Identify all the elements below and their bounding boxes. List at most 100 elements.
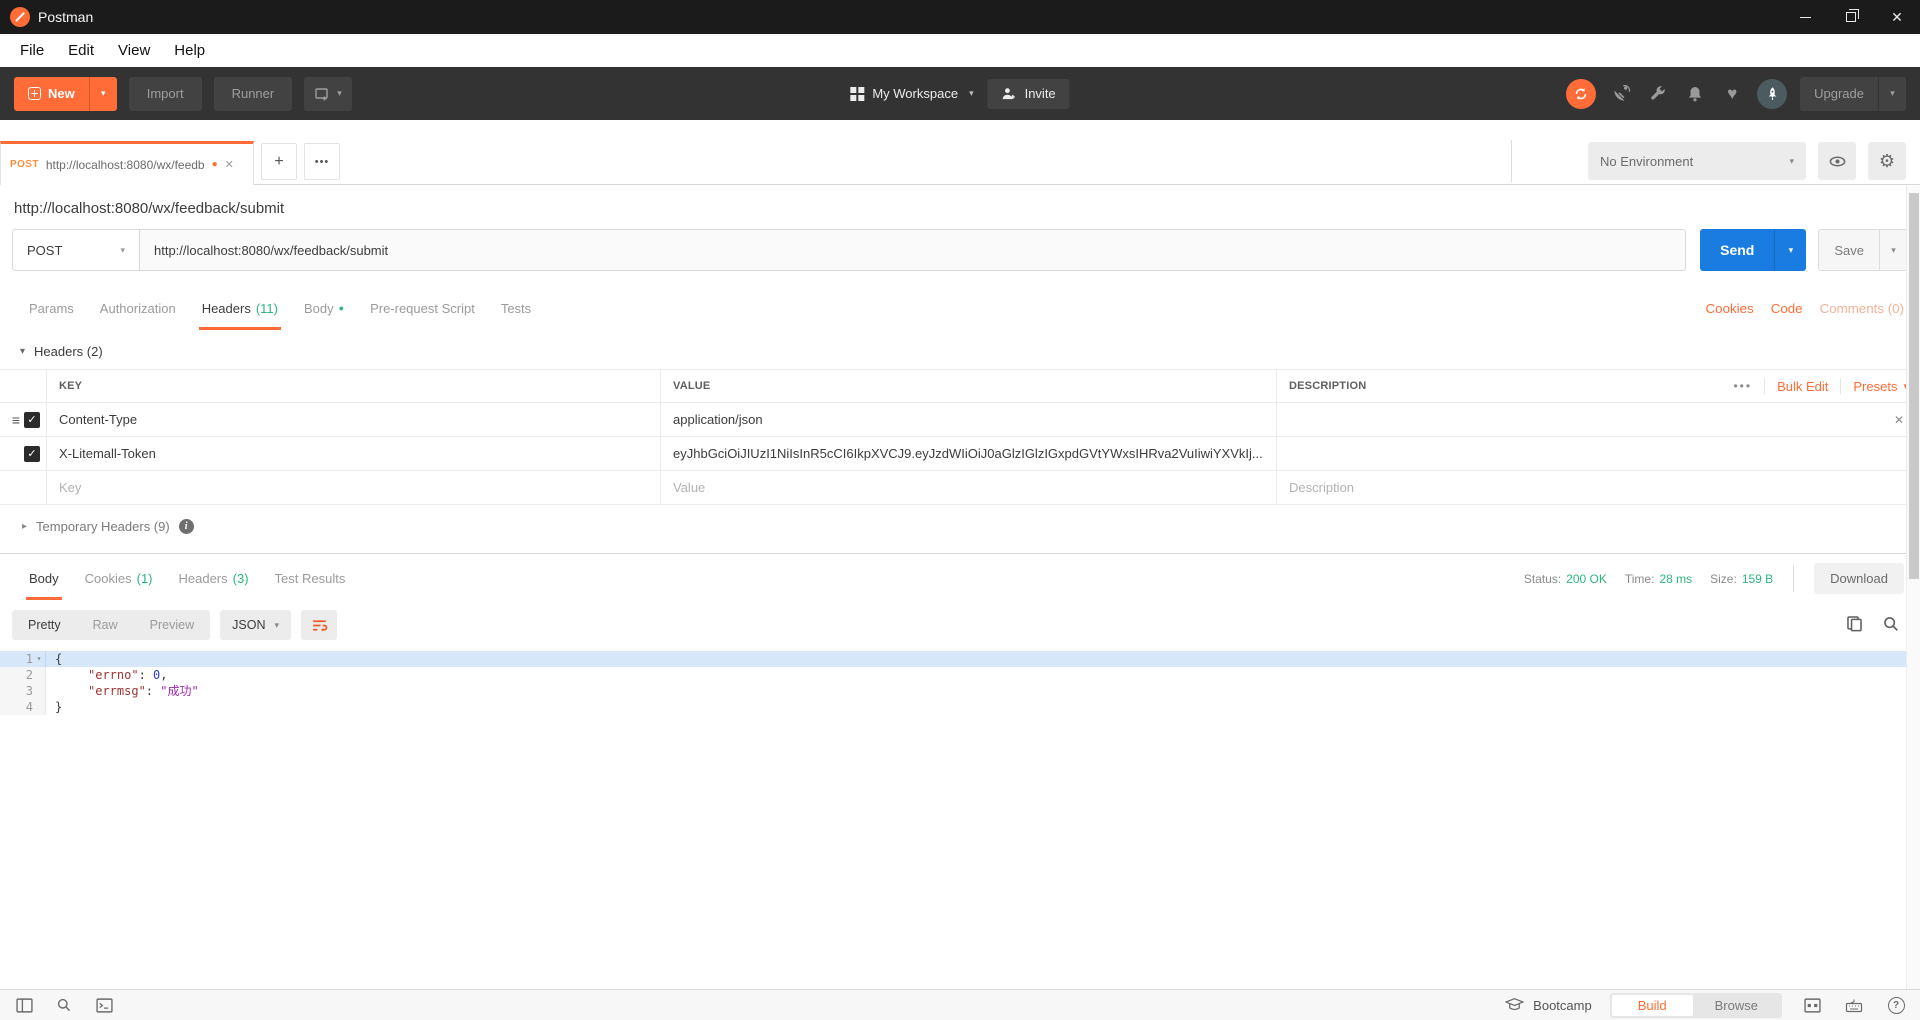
search-response-button[interactable] xyxy=(1882,615,1900,636)
view-raw-button[interactable]: Raw xyxy=(77,610,134,640)
notifications-button[interactable] xyxy=(1683,82,1707,106)
tab-tests[interactable]: Tests xyxy=(488,283,544,333)
header-value-cell[interactable]: eyJhbGciOiJIUzI1NiIsInR5cCI6IkpXVCJ9.eyJ… xyxy=(660,437,1276,470)
new-button-group: New ▾ xyxy=(14,77,117,111)
console-button[interactable] xyxy=(92,994,116,1016)
toggle-sidebar-button[interactable] xyxy=(12,994,36,1016)
tab-options-button[interactable]: ••• xyxy=(304,143,340,180)
wrench-icon xyxy=(1649,85,1667,103)
info-icon[interactable]: i xyxy=(179,519,194,534)
response-tab-cookies[interactable]: Cookies (1) xyxy=(72,554,166,603)
line-number: 1 xyxy=(26,651,33,667)
rocket-icon xyxy=(1765,86,1780,101)
column-description: DESCRIPTION ••• Bulk Edit Presets ▾ xyxy=(1276,370,1920,402)
main-toolbar: New ▾ Import Runner ▾ My Workspace ▾ Inv… xyxy=(0,67,1920,120)
tab-headers-label: Headers xyxy=(202,301,251,316)
headers-section-header[interactable]: ▾ Headers (2) xyxy=(0,333,1920,369)
minimize-button[interactable] xyxy=(1782,0,1828,34)
send-button[interactable]: Send xyxy=(1700,229,1774,271)
comments-link[interactable]: Comments (0) xyxy=(1820,301,1904,316)
control-divider xyxy=(1764,378,1765,394)
bootcamp-button[interactable]: Bootcamp xyxy=(1505,997,1592,1013)
postman-window: Postman ✕ File Edit View Help New ▾ Impo… xyxy=(0,0,1920,1020)
menu-help[interactable]: Help xyxy=(162,34,217,67)
two-pane-view-button[interactable] xyxy=(1800,994,1824,1016)
new-dropdown-button[interactable]: ▾ xyxy=(89,77,117,111)
environment-settings-button[interactable]: ⚙ xyxy=(1868,142,1906,180)
tab-authorization[interactable]: Authorization xyxy=(87,283,189,333)
download-button[interactable]: Download xyxy=(1814,563,1904,594)
view-preview-button[interactable]: Preview xyxy=(134,610,210,640)
import-button[interactable]: Import xyxy=(129,77,202,111)
favorites-button[interactable]: ♥ xyxy=(1720,82,1744,106)
settings-wrench-button[interactable] xyxy=(1646,82,1670,106)
send-dropdown-button[interactable]: ▾ xyxy=(1774,229,1806,271)
request-tab[interactable]: POST http://localhost:8080/wx/feedb ● ✕ xyxy=(0,141,254,185)
build-tab[interactable]: Build xyxy=(1612,995,1693,1016)
header-key-cell[interactable]: X-Litemall-Token xyxy=(46,437,660,470)
restore-button[interactable] xyxy=(1828,0,1874,34)
environment-preview-button[interactable] xyxy=(1818,142,1856,180)
new-tab-button[interactable]: + xyxy=(261,143,297,180)
scrollbar-thumb[interactable] xyxy=(1909,193,1919,579)
cookies-link[interactable]: Cookies xyxy=(1706,301,1754,316)
save-dropdown-button[interactable]: ▾ xyxy=(1879,230,1907,270)
new-value-input[interactable]: Value xyxy=(660,471,1276,504)
new-key-input[interactable]: Key xyxy=(46,471,660,504)
response-body-viewer[interactable]: 1 ▾ { 2 "errno": 0, 3 "errmsg": "成功" 4 xyxy=(0,651,1920,715)
upgrade-dropdown-button[interactable]: ▾ xyxy=(1878,77,1906,111)
workspace-switcher[interactable]: My Workspace ▾ xyxy=(850,86,973,101)
temporary-headers-expand-icon[interactable]: ▸ xyxy=(22,521,27,532)
fold-caret-icon[interactable]: ▾ xyxy=(33,651,45,667)
header-description-cell[interactable] xyxy=(1276,437,1920,470)
runner-button[interactable]: Runner xyxy=(214,77,293,111)
presets-button[interactable]: Presets ▾ xyxy=(1853,379,1908,394)
upgrade-button[interactable]: Upgrade xyxy=(1800,77,1878,111)
copy-response-button[interactable] xyxy=(1845,614,1864,636)
wrap-lines-button[interactable] xyxy=(301,610,337,640)
menu-file[interactable]: File xyxy=(8,34,56,67)
response-tab-body[interactable]: Body xyxy=(16,554,72,603)
new-button[interactable]: New xyxy=(14,77,89,111)
close-button[interactable]: ✕ xyxy=(1874,0,1920,34)
browse-tab[interactable]: Browse xyxy=(1693,995,1780,1016)
response-tab-headers[interactable]: Headers (3) xyxy=(166,554,262,603)
format-select[interactable]: JSON ▾ xyxy=(220,610,291,640)
help-button[interactable]: ? xyxy=(1884,994,1908,1016)
tab-close-icon[interactable]: ✕ xyxy=(225,158,234,171)
code-token: "errmsg" xyxy=(88,684,146,698)
find-button[interactable] xyxy=(52,994,76,1016)
view-pretty-button[interactable]: Pretty xyxy=(12,610,77,640)
temporary-headers-title[interactable]: Temporary Headers (9) xyxy=(36,519,170,534)
bulk-edit-button[interactable]: Bulk Edit xyxy=(1777,379,1828,394)
code-link[interactable]: Code xyxy=(1771,301,1803,316)
shortcuts-button[interactable] xyxy=(1842,994,1866,1016)
drag-handle-icon[interactable]: ≡ xyxy=(12,412,20,428)
header-description-cell[interactable]: ✕ xyxy=(1276,403,1920,436)
more-options-button[interactable]: ••• xyxy=(1733,379,1752,393)
header-value-cell[interactable]: application/json xyxy=(660,403,1276,436)
sync-status-button[interactable] xyxy=(1566,79,1596,109)
vertical-scrollbar[interactable] xyxy=(1906,186,1920,989)
save-button[interactable]: Save xyxy=(1819,230,1879,270)
new-window-button[interactable]: ▾ xyxy=(304,77,352,111)
tab-prerequest-script[interactable]: Pre-request Script xyxy=(357,283,488,333)
tab-headers[interactable]: Headers (11) xyxy=(189,283,291,333)
environment-select[interactable]: No Environment ▾ xyxy=(1588,142,1806,180)
heart-icon: ♥ xyxy=(1727,85,1737,102)
header-checkbox[interactable]: ✓ xyxy=(24,446,40,462)
code-token: , xyxy=(160,668,167,682)
header-checkbox[interactable]: ✓ xyxy=(24,412,40,428)
interceptor-button[interactable] xyxy=(1609,82,1633,106)
menu-edit[interactable]: Edit xyxy=(56,34,106,67)
method-select[interactable]: POST ▾ xyxy=(12,229,140,271)
whats-new-button[interactable] xyxy=(1757,79,1787,109)
response-tab-test-results[interactable]: Test Results xyxy=(262,554,359,603)
new-description-input[interactable]: Description xyxy=(1276,471,1920,504)
menu-view[interactable]: View xyxy=(106,34,162,67)
tab-body[interactable]: Body ● xyxy=(291,283,357,333)
header-key-cell[interactable]: Content-Type xyxy=(46,403,660,436)
tab-params[interactable]: Params xyxy=(16,283,87,333)
url-input[interactable] xyxy=(140,229,1686,271)
invite-button[interactable]: Invite xyxy=(988,79,1070,109)
